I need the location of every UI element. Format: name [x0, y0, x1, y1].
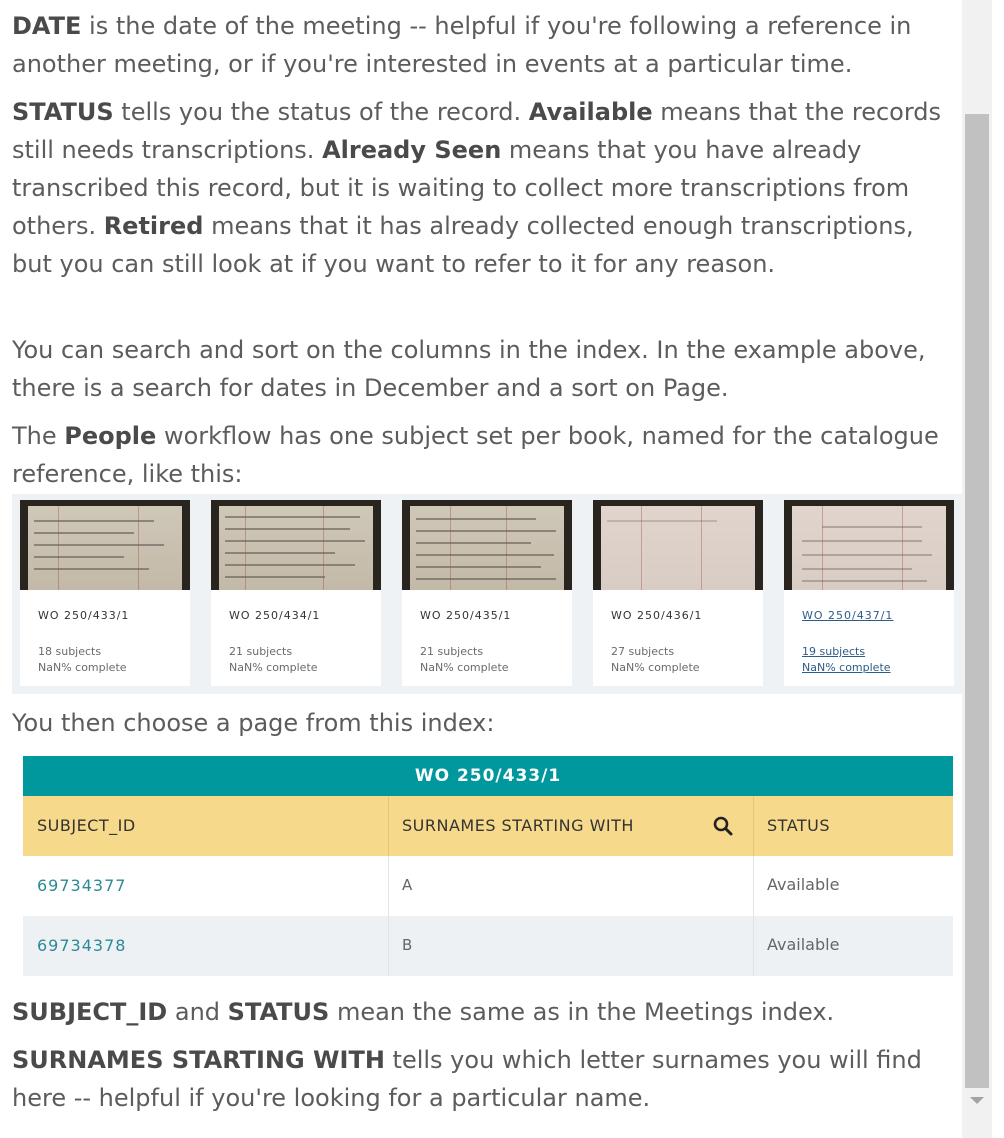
scroll-down-arrow-icon[interactable] [970, 1097, 984, 1104]
completion: NaN% complete [229, 661, 318, 674]
date-paragraph: DATE is the date of the meeting -- helpf… [12, 12, 912, 78]
column-header-status[interactable]: STATUS [767, 796, 947, 856]
subject-set-thumbnail [784, 500, 954, 590]
search-paragraph: You can search and sort on the columns i… [12, 336, 926, 402]
people-paragraph: The People workflow has one subject set … [12, 422, 939, 488]
table-row[interactable]: 69734378 B Available [23, 916, 953, 976]
table-header: SUBJECT_ID SURNAMES STARTING WITH STATUS [23, 796, 953, 856]
subject-set-thumbnail [211, 500, 381, 590]
subject-set-title: WO 250/435/1 [420, 609, 512, 622]
subject-status-paragraph: SUBJECT_ID and STATUS mean the same as i… [12, 998, 835, 1026]
vertical-scrollbar[interactable] [962, 0, 992, 1138]
subject-set-cards: WO 250/433/1 18 subjects NaN% complete W… [12, 494, 962, 694]
subject-set-card[interactable]: WO 250/436/1 27 subjects NaN% complete [593, 500, 763, 686]
status-cell: Available [767, 935, 840, 954]
subject-set-card[interactable]: WO 250/435/1 21 subjects NaN% complete [402, 500, 572, 686]
surnames-paragraph: SURNAMES STARTING WITH tells you which l… [12, 1046, 922, 1112]
completion: NaN% complete [38, 661, 127, 674]
surnames-cell: B [402, 936, 413, 954]
subject-set-thumbnail [20, 500, 190, 590]
subject-count: 27 subjects [611, 645, 675, 658]
scrollbar-thumb[interactable] [965, 114, 989, 1088]
search-icon[interactable] [713, 816, 733, 836]
column-header-surnames[interactable]: SURNAMES STARTING WITH [402, 796, 742, 856]
subject-set-title: WO 250/433/1 [38, 609, 130, 622]
subject-set-title: WO 250/436/1 [611, 609, 703, 622]
subject-id-link[interactable]: 69734377 [37, 856, 387, 916]
subject-count: 21 subjects [229, 645, 293, 658]
status-paragraph: STATUS tells you the status of the recor… [12, 98, 942, 278]
subject-set-thumbnail [402, 500, 572, 590]
subject-set-card[interactable]: WO 250/433/1 18 subjects NaN% complete [20, 500, 190, 686]
subject-set-card[interactable]: WO 250/434/1 21 subjects NaN% complete [211, 500, 381, 686]
date-term: DATE [12, 12, 82, 40]
subject-index-table: WO 250/433/1 SUBJECT_ID SURNAMES STARTIN… [23, 756, 953, 976]
subject-count: 21 subjects [420, 645, 484, 658]
help-content: DATE is the date of the meeting -- helpf… [0, 0, 962, 1138]
completion[interactable]: NaN% complete [802, 661, 891, 674]
table-title: WO 250/433/1 [23, 756, 953, 796]
subject-set-card[interactable]: WO 250/437/1 19 subjects NaN% complete [784, 500, 954, 686]
table-row[interactable]: 69734377 A Available [23, 856, 953, 916]
subject-count: 18 subjects [38, 645, 102, 658]
subject-set-title[interactable]: WO 250/437/1 [802, 609, 893, 622]
subject-count[interactable]: 19 subjects [802, 645, 865, 658]
completion: NaN% complete [420, 661, 509, 674]
subject-set-title: WO 250/434/1 [229, 609, 321, 622]
subject-id-link[interactable]: 69734378 [37, 916, 387, 976]
completion: NaN% complete [611, 661, 700, 674]
column-header-subject-id[interactable]: SUBJECT_ID [37, 796, 387, 856]
surnames-cell: A [402, 876, 413, 894]
subject-set-thumbnail [593, 500, 763, 590]
choose-paragraph: You then choose a page from this index: [12, 709, 495, 737]
status-cell: Available [767, 875, 840, 894]
